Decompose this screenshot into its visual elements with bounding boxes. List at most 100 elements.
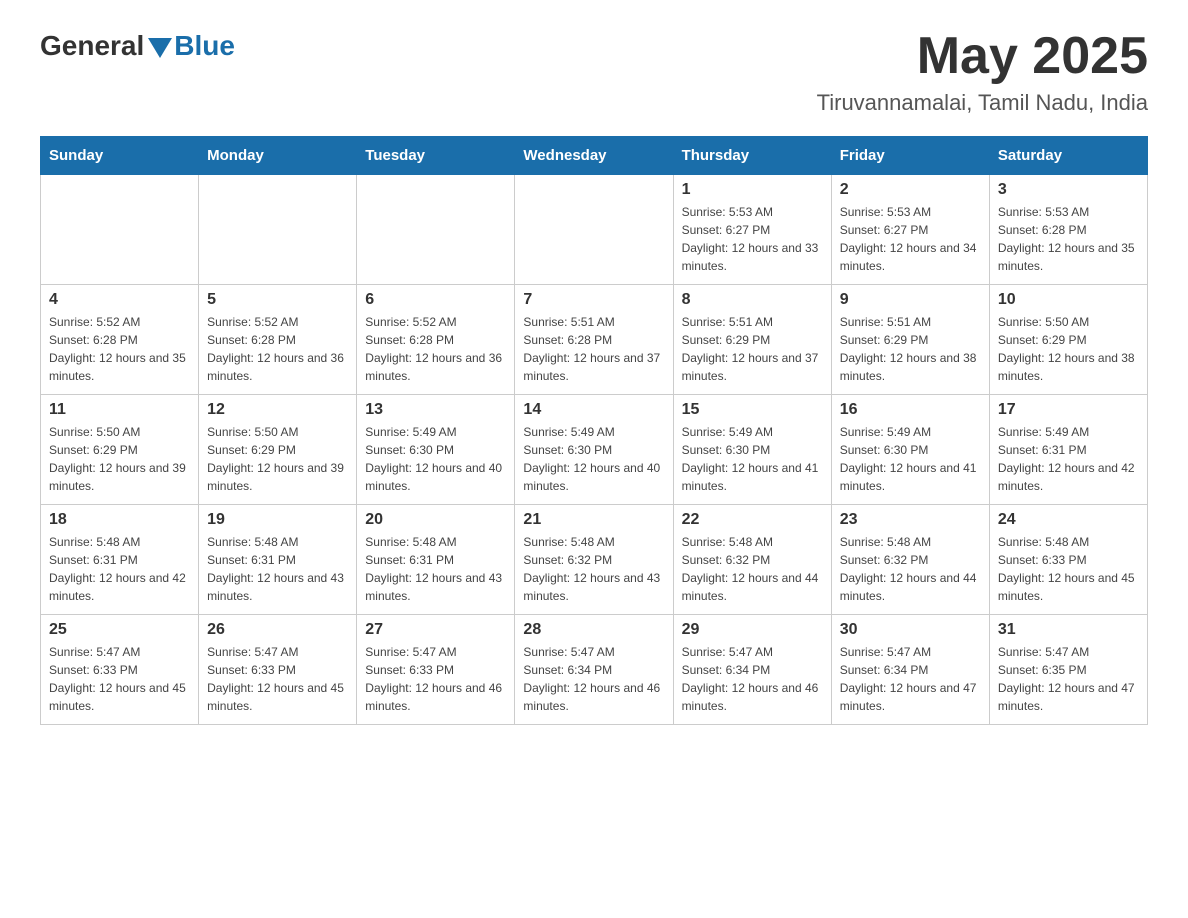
day-number: 26 [207,621,348,639]
calendar-cell: 9Sunrise: 5:51 AM Sunset: 6:29 PM Daylig… [831,285,989,395]
calendar-cell: 22 Sunrise: 5:48 AM Sunset: 6:32 PM Dayli… [673,505,831,615]
day-info: Sunrise: 5:51 AM Sunset: 6:28 PM Dayligh… [523,313,664,385]
calendar-week-row: 4 Sunrise: 5:52 AM Sunset: 6:28 PM Daylig… [41,285,1148,395]
day-number: 8 [682,291,823,309]
day-number: 22 [682,511,823,529]
day-info: Sunrise: 5:48 AM Sunset: 6:32 PM Dayligh… [682,533,823,605]
calendar-cell: 21 Sunrise: 5:48 AM Sunset: 6:32 PM Dayli… [515,505,673,615]
calendar-cell: 14 Sunrise: 5:49 AM Sunset: 6:30 PM Dayli… [515,395,673,505]
day-info: Sunrise: 5:49 AM Sunset: 6:30 PM Dayligh… [523,423,664,495]
day-info: Sunrise: 5:53 AM Sunset: 6:27 PM Dayligh… [682,203,823,275]
day-number: 18 [49,511,190,529]
day-info: Sunrise: 5:53 AM Sunset: 6:27 PM Dayligh… [840,203,981,275]
calendar-cell: 19 Sunrise: 5:48 AM Sunset: 6:31 PM Dayli… [199,505,357,615]
day-info: Sunrise: 5:47 AM Sunset: 6:34 PM Dayligh… [523,643,664,715]
day-info: Sunrise: 5:48 AM Sunset: 6:31 PM Dayligh… [49,533,190,605]
calendar-cell: 2 Sunrise: 5:53 AM Sunset: 6:27 PM Daylig… [831,175,989,285]
day-number: 29 [682,621,823,639]
day-info: Sunrise: 5:50 AM Sunset: 6:29 PM Dayligh… [207,423,348,495]
calendar-cell: 4 Sunrise: 5:52 AM Sunset: 6:28 PM Daylig… [41,285,199,395]
calendar-cell: 8 Sunrise: 5:51 AM Sunset: 6:29 PM Daylig… [673,285,831,395]
day-number: 1 [682,181,823,199]
logo-blue-part: Blue [144,30,235,62]
day-of-week-header: Monday [199,137,357,175]
day-info: Sunrise: 5:47 AM Sunset: 6:34 PM Dayligh… [682,643,823,715]
day-of-week-header: Friday [831,137,989,175]
day-of-week-header: Thursday [673,137,831,175]
day-number: 12 [207,401,348,419]
calendar-cell: 6 Sunrise: 5:52 AM Sunset: 6:28 PM Daylig… [357,285,515,395]
calendar-cell [41,175,199,285]
calendar-cell: 16Sunrise: 5:49 AM Sunset: 6:30 PM Dayli… [831,395,989,505]
day-number: 31 [998,621,1139,639]
day-of-week-header: Sunday [41,137,199,175]
calendar-cell: 20 Sunrise: 5:48 AM Sunset: 6:31 PM Dayli… [357,505,515,615]
day-info: Sunrise: 5:49 AM Sunset: 6:30 PM Dayligh… [365,423,506,495]
calendar-week-row: 18 Sunrise: 5:48 AM Sunset: 6:31 PM Dayli… [41,505,1148,615]
day-number: 19 [207,511,348,529]
day-number: 2 [840,181,981,199]
calendar-cell: 31 Sunrise: 5:47 AM Sunset: 6:35 PM Dayli… [989,615,1147,725]
day-number: 17 [998,401,1139,419]
title-section: May 2025 Tiruvannamalai, Tamil Nadu, Ind… [817,30,1148,116]
day-info: Sunrise: 5:47 AM Sunset: 6:34 PM Dayligh… [840,643,981,715]
day-info: Sunrise: 5:51 AM Sunset: 6:29 PM Dayligh… [682,313,823,385]
calendar-cell: 1 Sunrise: 5:53 AM Sunset: 6:27 PM Daylig… [673,175,831,285]
calendar-cell: 10Sunrise: 5:50 AM Sunset: 6:29 PM Dayli… [989,285,1147,395]
day-info: Sunrise: 5:52 AM Sunset: 6:28 PM Dayligh… [49,313,190,385]
day-info: Sunrise: 5:47 AM Sunset: 6:33 PM Dayligh… [365,643,506,715]
day-info: Sunrise: 5:52 AM Sunset: 6:28 PM Dayligh… [365,313,506,385]
day-number: 11 [49,401,190,419]
day-number: 16 [840,401,981,419]
day-info: Sunrise: 5:47 AM Sunset: 6:35 PM Dayligh… [998,643,1139,715]
page-header: General Blue May 2025 Tiruvannamalai, Ta… [40,30,1148,116]
calendar-cell: 5 Sunrise: 5:52 AM Sunset: 6:28 PM Daylig… [199,285,357,395]
calendar-cell [357,175,515,285]
day-info: Sunrise: 5:48 AM Sunset: 6:33 PM Dayligh… [998,533,1139,605]
calendar-cell: 17Sunrise: 5:49 AM Sunset: 6:31 PM Dayli… [989,395,1147,505]
day-info: Sunrise: 5:48 AM Sunset: 6:32 PM Dayligh… [523,533,664,605]
day-number: 15 [682,401,823,419]
calendar-cell: 12 Sunrise: 5:50 AM Sunset: 6:29 PM Dayli… [199,395,357,505]
day-of-week-header: Tuesday [357,137,515,175]
day-number: 14 [523,401,664,419]
day-number: 6 [365,291,506,309]
day-info: Sunrise: 5:52 AM Sunset: 6:28 PM Dayligh… [207,313,348,385]
day-number: 3 [998,181,1139,199]
calendar-cell [515,175,673,285]
day-info: Sunrise: 5:48 AM Sunset: 6:31 PM Dayligh… [365,533,506,605]
day-info: Sunrise: 5:51 AM Sunset: 6:29 PM Dayligh… [840,313,981,385]
logo-arrow-icon [148,38,172,58]
calendar-week-row: 25 Sunrise: 5:47 AM Sunset: 6:33 PM Dayli… [41,615,1148,725]
day-number: 25 [49,621,190,639]
day-info: Sunrise: 5:50 AM Sunset: 6:29 PM Dayligh… [49,423,190,495]
day-info: Sunrise: 5:47 AM Sunset: 6:33 PM Dayligh… [207,643,348,715]
calendar-cell: 23Sunrise: 5:48 AM Sunset: 6:32 PM Dayli… [831,505,989,615]
calendar-cell: 26 Sunrise: 5:47 AM Sunset: 6:33 PM Dayli… [199,615,357,725]
calendar-cell: 11 Sunrise: 5:50 AM Sunset: 6:29 PM Dayli… [41,395,199,505]
day-number: 13 [365,401,506,419]
calendar-cell: 24 Sunrise: 5:48 AM Sunset: 6:33 PM Dayli… [989,505,1147,615]
calendar-cell: 29 Sunrise: 5:47 AM Sunset: 6:34 PM Dayli… [673,615,831,725]
day-number: 30 [840,621,981,639]
calendar-cell: 15Sunrise: 5:49 AM Sunset: 6:30 PM Dayli… [673,395,831,505]
day-number: 24 [998,511,1139,529]
calendar-cell: 13 Sunrise: 5:49 AM Sunset: 6:30 PM Dayli… [357,395,515,505]
day-number: 20 [365,511,506,529]
logo-blue-text: Blue [174,30,235,62]
day-number: 5 [207,291,348,309]
calendar-table: SundayMondayTuesdayWednesdayThursdayFrid… [40,136,1148,725]
day-number: 21 [523,511,664,529]
day-info: Sunrise: 5:53 AM Sunset: 6:28 PM Dayligh… [998,203,1139,275]
day-number: 10 [998,291,1139,309]
calendar-header-row: SundayMondayTuesdayWednesdayThursdayFrid… [41,137,1148,175]
day-number: 28 [523,621,664,639]
calendar-week-row: 11 Sunrise: 5:50 AM Sunset: 6:29 PM Dayli… [41,395,1148,505]
day-info: Sunrise: 5:48 AM Sunset: 6:31 PM Dayligh… [207,533,348,605]
calendar-cell: 30 Sunrise: 5:47 AM Sunset: 6:34 PM Dayli… [831,615,989,725]
day-number: 27 [365,621,506,639]
day-info: Sunrise: 5:47 AM Sunset: 6:33 PM Dayligh… [49,643,190,715]
calendar-cell: 18 Sunrise: 5:48 AM Sunset: 6:31 PM Dayli… [41,505,199,615]
calendar-cell: 25 Sunrise: 5:47 AM Sunset: 6:33 PM Dayli… [41,615,199,725]
day-number: 4 [49,291,190,309]
